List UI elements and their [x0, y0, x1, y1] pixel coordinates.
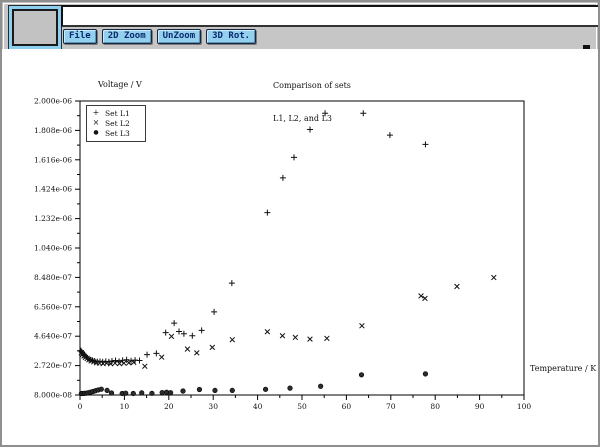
y-tick-label: 6.560e-07: [34, 302, 72, 311]
app-icon-panel[interactable]: [9, 6, 61, 49]
marker-circle: [181, 389, 186, 394]
marker-plus: [199, 327, 205, 333]
file-button[interactable]: File: [63, 29, 97, 44]
marker-circle: [168, 390, 173, 395]
y-tick-label: 1.808e-06: [34, 126, 72, 135]
x-tick-label: 0: [78, 402, 83, 411]
chart-title-line2: L1, L2, and L3: [273, 113, 351, 124]
marker-cross: [308, 337, 313, 342]
y-tick-label: 8.000e-08: [34, 391, 72, 400]
marker-cross: [324, 336, 329, 341]
marker-cross: [142, 364, 147, 369]
y-tick-label: 1.040e-06: [34, 244, 72, 253]
marker-cross: [455, 284, 460, 289]
marker-circle: [423, 372, 428, 377]
marker-cross: [293, 335, 298, 340]
x-tick-label: 50: [297, 402, 307, 411]
x-tick-label: 40: [253, 402, 263, 411]
marker-cross: [360, 323, 365, 328]
message-bar: [61, 5, 600, 27]
marker-cross: [185, 347, 190, 352]
x-axis-label: Temperature / K: [530, 364, 596, 373]
marker-cross: [210, 345, 215, 350]
plot-canvas: 0 10 20 30 40 50 60 70 80 90 100 2.000e-06 1.808e-06…: [2, 49, 600, 447]
y-tick-label: 2.720e-07: [34, 361, 72, 370]
rot-3d-button[interactable]: 3D Rot.: [206, 29, 256, 44]
marker-plus: [189, 333, 195, 339]
y-tick-label: 4.640e-07: [34, 332, 72, 341]
scilab-graphics-window: File 2D Zoom UnZoom 3D Rot. 0 10 20 30 40 50 6…: [0, 0, 600, 447]
legend-label: Set L2: [105, 119, 130, 128]
marker-cross: [169, 334, 174, 339]
y-axis-label: Voltage / V: [98, 80, 142, 89]
marker-circle: [131, 391, 136, 396]
legend-entry: +Set L1: [87, 108, 145, 118]
marker-circle: [197, 387, 202, 392]
marker-plus: [163, 330, 169, 336]
legend-circle-icon: ●: [87, 128, 105, 138]
legend-label: Set L3: [105, 129, 130, 138]
marker-circle: [99, 387, 104, 392]
marker-plus: [229, 280, 235, 286]
marker-cross: [194, 350, 199, 355]
x-tick-label: 80: [430, 402, 440, 411]
marker-circle: [160, 390, 165, 395]
x-tick-label: 60: [342, 402, 352, 411]
marker-cross: [230, 337, 235, 342]
marker-circle: [150, 391, 155, 396]
marker-circle: [318, 384, 323, 389]
x-tick-label: 70: [386, 402, 396, 411]
marker-circle: [288, 386, 293, 391]
marker-plus: [264, 210, 270, 216]
legend-cross-icon: ×: [87, 118, 105, 128]
chart-title: Comparison of sets L1, L2, and L3: [273, 58, 351, 146]
marker-cross: [265, 329, 270, 334]
marker-plus: [422, 141, 428, 147]
marker-circle: [109, 391, 114, 396]
x-tick-label: 30: [208, 402, 218, 411]
marker-plus: [291, 154, 297, 160]
marker-circle: [123, 391, 128, 396]
x-tick-label: 10: [120, 402, 130, 411]
marker-plus: [153, 350, 159, 356]
marker-plus: [387, 132, 393, 138]
window-chrome: File 2D Zoom UnZoom 3D Rot.: [4, 4, 596, 50]
marker-cross: [159, 355, 164, 360]
x-tick-label: 90: [475, 402, 485, 411]
marker-circle: [359, 372, 364, 377]
marker-plus: [280, 175, 286, 181]
x-tick-label: 20: [164, 402, 174, 411]
y-tick-label: 8.480e-07: [34, 273, 72, 282]
legend-plus-icon: +: [87, 108, 105, 118]
marker-circle: [105, 388, 110, 393]
y-tick-label: 1.232e-06: [34, 214, 72, 223]
toolbar: File 2D Zoom UnZoom 3D Rot.: [63, 29, 256, 44]
marker-plus: [136, 358, 142, 364]
marker-cross: [491, 275, 496, 280]
x-tick-label: 100: [517, 402, 532, 411]
marker-plus: [360, 110, 366, 116]
legend-box: +Set L1×Set L2●Set L3: [86, 105, 146, 142]
legend-entry: ×Set L2: [87, 118, 145, 128]
marker-cross: [280, 333, 285, 338]
legend-label: Set L1: [105, 109, 130, 118]
marker-circle: [139, 391, 144, 396]
marker-circle: [263, 387, 268, 392]
y-tick-label: 1.616e-06: [34, 155, 72, 164]
legend-entry: ●Set L3: [87, 128, 145, 138]
unzoom-button[interactable]: UnZoom: [157, 29, 202, 44]
marker-circle: [213, 388, 218, 393]
marker-circle: [230, 388, 235, 393]
zoom-2d-button[interactable]: 2D Zoom: [102, 29, 152, 44]
marker-plus: [171, 320, 177, 326]
y-tick-label: 1.424e-06: [34, 185, 72, 194]
y-tick-label: 2.000e-06: [34, 97, 72, 106]
marker-plus: [144, 352, 150, 358]
chart-title-line1: Comparison of sets: [273, 80, 351, 91]
marker-plus: [211, 309, 217, 315]
